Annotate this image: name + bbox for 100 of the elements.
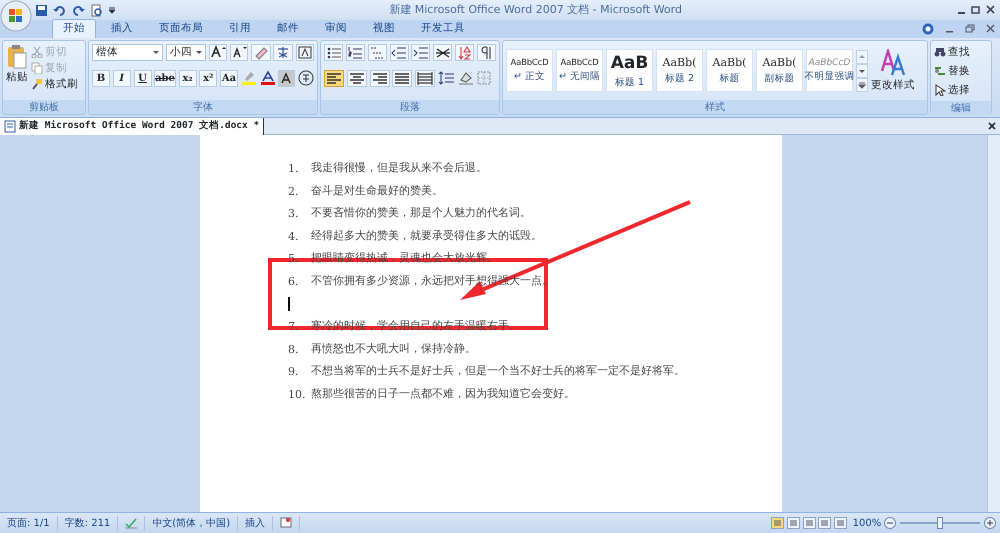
save-icon[interactable] bbox=[34, 4, 48, 16]
replace-button[interactable]: 替换 bbox=[934, 63, 988, 79]
ribbon-tab[interactable]: 视图 bbox=[362, 19, 406, 38]
style-preset[interactable]: AaBb( 副标题 bbox=[756, 49, 803, 92]
line-spacing-icon[interactable] bbox=[438, 70, 455, 86]
draft-icon[interactable] bbox=[834, 517, 848, 529]
style-preset[interactable]: AaB 标题 1 bbox=[606, 49, 653, 92]
list-number: 2. bbox=[288, 184, 300, 200]
style-preview: AaBb( bbox=[762, 55, 796, 72]
align-left-button[interactable] bbox=[324, 70, 344, 86]
list-number: 3. bbox=[288, 206, 300, 222]
style-preset[interactable]: AaBbCcD ↵ 正文 bbox=[506, 49, 553, 92]
full-screen-reading-icon[interactable] bbox=[786, 517, 800, 529]
font-size-field[interactable]: 小四 bbox=[166, 44, 206, 61]
proofing-icon[interactable] bbox=[125, 516, 138, 529]
style-preset[interactable]: AaBbCcD 不明显强调 bbox=[806, 49, 853, 92]
align-center-button[interactable] bbox=[346, 70, 367, 86]
character-border-icon[interactable] bbox=[296, 44, 314, 61]
macro-icon[interactable] bbox=[280, 517, 292, 528]
undo-icon[interactable] bbox=[53, 4, 66, 16]
shrink-font-icon[interactable] bbox=[230, 44, 248, 61]
numbering-icon[interactable] bbox=[347, 44, 364, 60]
ribbon-tab[interactable]: 引用 bbox=[218, 19, 262, 38]
enclosed-character-icon[interactable] bbox=[298, 70, 314, 86]
close-icon[interactable] bbox=[988, 122, 996, 130]
list-number: 1. bbox=[288, 161, 300, 177]
align-distributed-button[interactable] bbox=[415, 70, 435, 86]
format-button[interactable]: abe bbox=[154, 70, 176, 86]
styles-letters-icon bbox=[880, 48, 906, 76]
format-button[interactable]: U bbox=[134, 70, 152, 86]
align-justify-button[interactable] bbox=[392, 70, 412, 86]
slider-thumb[interactable] bbox=[937, 517, 943, 529]
vertical-scrollbar[interactable] bbox=[987, 135, 1000, 512]
help-icon[interactable] bbox=[922, 23, 934, 36]
bullets-icon[interactable] bbox=[326, 44, 342, 60]
text-cursor bbox=[288, 296, 290, 311]
format-button[interactable]: B bbox=[92, 70, 110, 86]
group-label: 编辑 bbox=[931, 101, 991, 115]
style-preset[interactable]: AaBb( 标题 bbox=[706, 49, 753, 92]
shading-icon[interactable] bbox=[458, 70, 474, 86]
ribbon-tab[interactable]: 插入 bbox=[100, 19, 144, 38]
style-preview: AaBb( bbox=[662, 55, 696, 72]
document-tab[interactable]: 新建 Microsoft Office Word 2007 文档.docx * bbox=[0, 118, 264, 134]
outline-icon[interactable] bbox=[818, 517, 832, 529]
list-item-text: 熬那些很苦的日子一点都不难，因为我知道它会变好。 bbox=[311, 386, 576, 402]
maximize-icon[interactable] bbox=[971, 5, 980, 15]
zoom-level[interactable]: 100% bbox=[852, 516, 882, 530]
change-styles-button[interactable]: 更改样式 bbox=[871, 48, 915, 92]
more-icon[interactable] bbox=[856, 78, 868, 92]
style-preset[interactable]: AaBb( 标题 2 bbox=[656, 49, 703, 92]
ribbon-tab[interactable]: 开发工具 bbox=[410, 19, 476, 38]
list-number: 4. bbox=[288, 228, 300, 245]
web-layout-icon[interactable] bbox=[802, 517, 816, 529]
close-icon[interactable] bbox=[986, 5, 994, 15]
phonetic-guide-icon[interactable] bbox=[273, 44, 294, 61]
print-preview-icon[interactable] bbox=[90, 4, 104, 16]
format-button[interactable]: Aa bbox=[220, 70, 238, 86]
ribbon-tab[interactable]: 邮件 bbox=[266, 19, 310, 38]
sort-icon[interactable] bbox=[456, 44, 473, 60]
align-right-button[interactable] bbox=[370, 70, 390, 86]
list-number: 8. bbox=[288, 342, 300, 358]
list-item-text: 奋斗是对生命最好的赞美。 bbox=[311, 184, 444, 199]
find-button[interactable]: 查找 bbox=[934, 44, 988, 60]
paste-button[interactable]: 粘贴 bbox=[6, 44, 28, 97]
ribbon-tab[interactable]: 页面布局 bbox=[148, 19, 214, 38]
ribbon-tab[interactable]: 开始 bbox=[52, 19, 96, 38]
group-label: 段落 bbox=[321, 100, 499, 114]
format-button[interactable]: I bbox=[112, 70, 131, 86]
format-painter-button[interactable]: 格式刷 bbox=[31, 76, 78, 92]
decrease-indent-icon[interactable] bbox=[391, 44, 408, 60]
borders-icon[interactable] bbox=[476, 70, 492, 86]
print-layout-icon[interactable] bbox=[771, 517, 784, 529]
style-name: ↵ 无间隔 bbox=[559, 70, 600, 84]
font-color-icon[interactable] bbox=[260, 70, 276, 86]
binoculars-icon bbox=[934, 46, 946, 58]
select-button[interactable]: 选择 bbox=[934, 82, 988, 98]
redo-icon[interactable] bbox=[72, 4, 85, 16]
format-button[interactable]: x² bbox=[199, 70, 218, 86]
restore-icon[interactable] bbox=[964, 24, 974, 34]
list-number: 6. bbox=[288, 274, 300, 290]
list-item-text: 不要吝惜你的赞美，那是个人魅力的代名词。 bbox=[311, 206, 532, 222]
scissors-icon bbox=[31, 46, 43, 58]
font-name-field[interactable]: 楷体 bbox=[92, 44, 164, 61]
scroll-down-icon[interactable] bbox=[856, 64, 868, 78]
format-button[interactable]: x₂ bbox=[178, 70, 196, 86]
style-preset[interactable]: AaBbCcD ↵ 无间隔 bbox=[556, 49, 603, 92]
increase-indent-icon[interactable] bbox=[412, 44, 429, 60]
customize-caret-icon[interactable] bbox=[108, 6, 115, 14]
zoom-out-icon[interactable] bbox=[884, 517, 896, 529]
zoom-in-icon[interactable] bbox=[984, 517, 996, 529]
grow-font-icon[interactable] bbox=[209, 44, 227, 61]
clear-format-icon[interactable] bbox=[250, 44, 270, 61]
insert-mode[interactable]: 插入 bbox=[238, 516, 274, 530]
list-number: 9. bbox=[288, 364, 300, 380]
dropdown-icon bbox=[196, 51, 202, 54]
multilevel-list-icon[interactable] bbox=[369, 44, 386, 60]
group-label: 样式 bbox=[503, 100, 927, 114]
character-shading-icon[interactable] bbox=[278, 70, 296, 86]
language-indicator[interactable]: 中文(简体，中国) bbox=[145, 516, 238, 530]
ribbon-tab[interactable]: 审阅 bbox=[314, 19, 358, 38]
